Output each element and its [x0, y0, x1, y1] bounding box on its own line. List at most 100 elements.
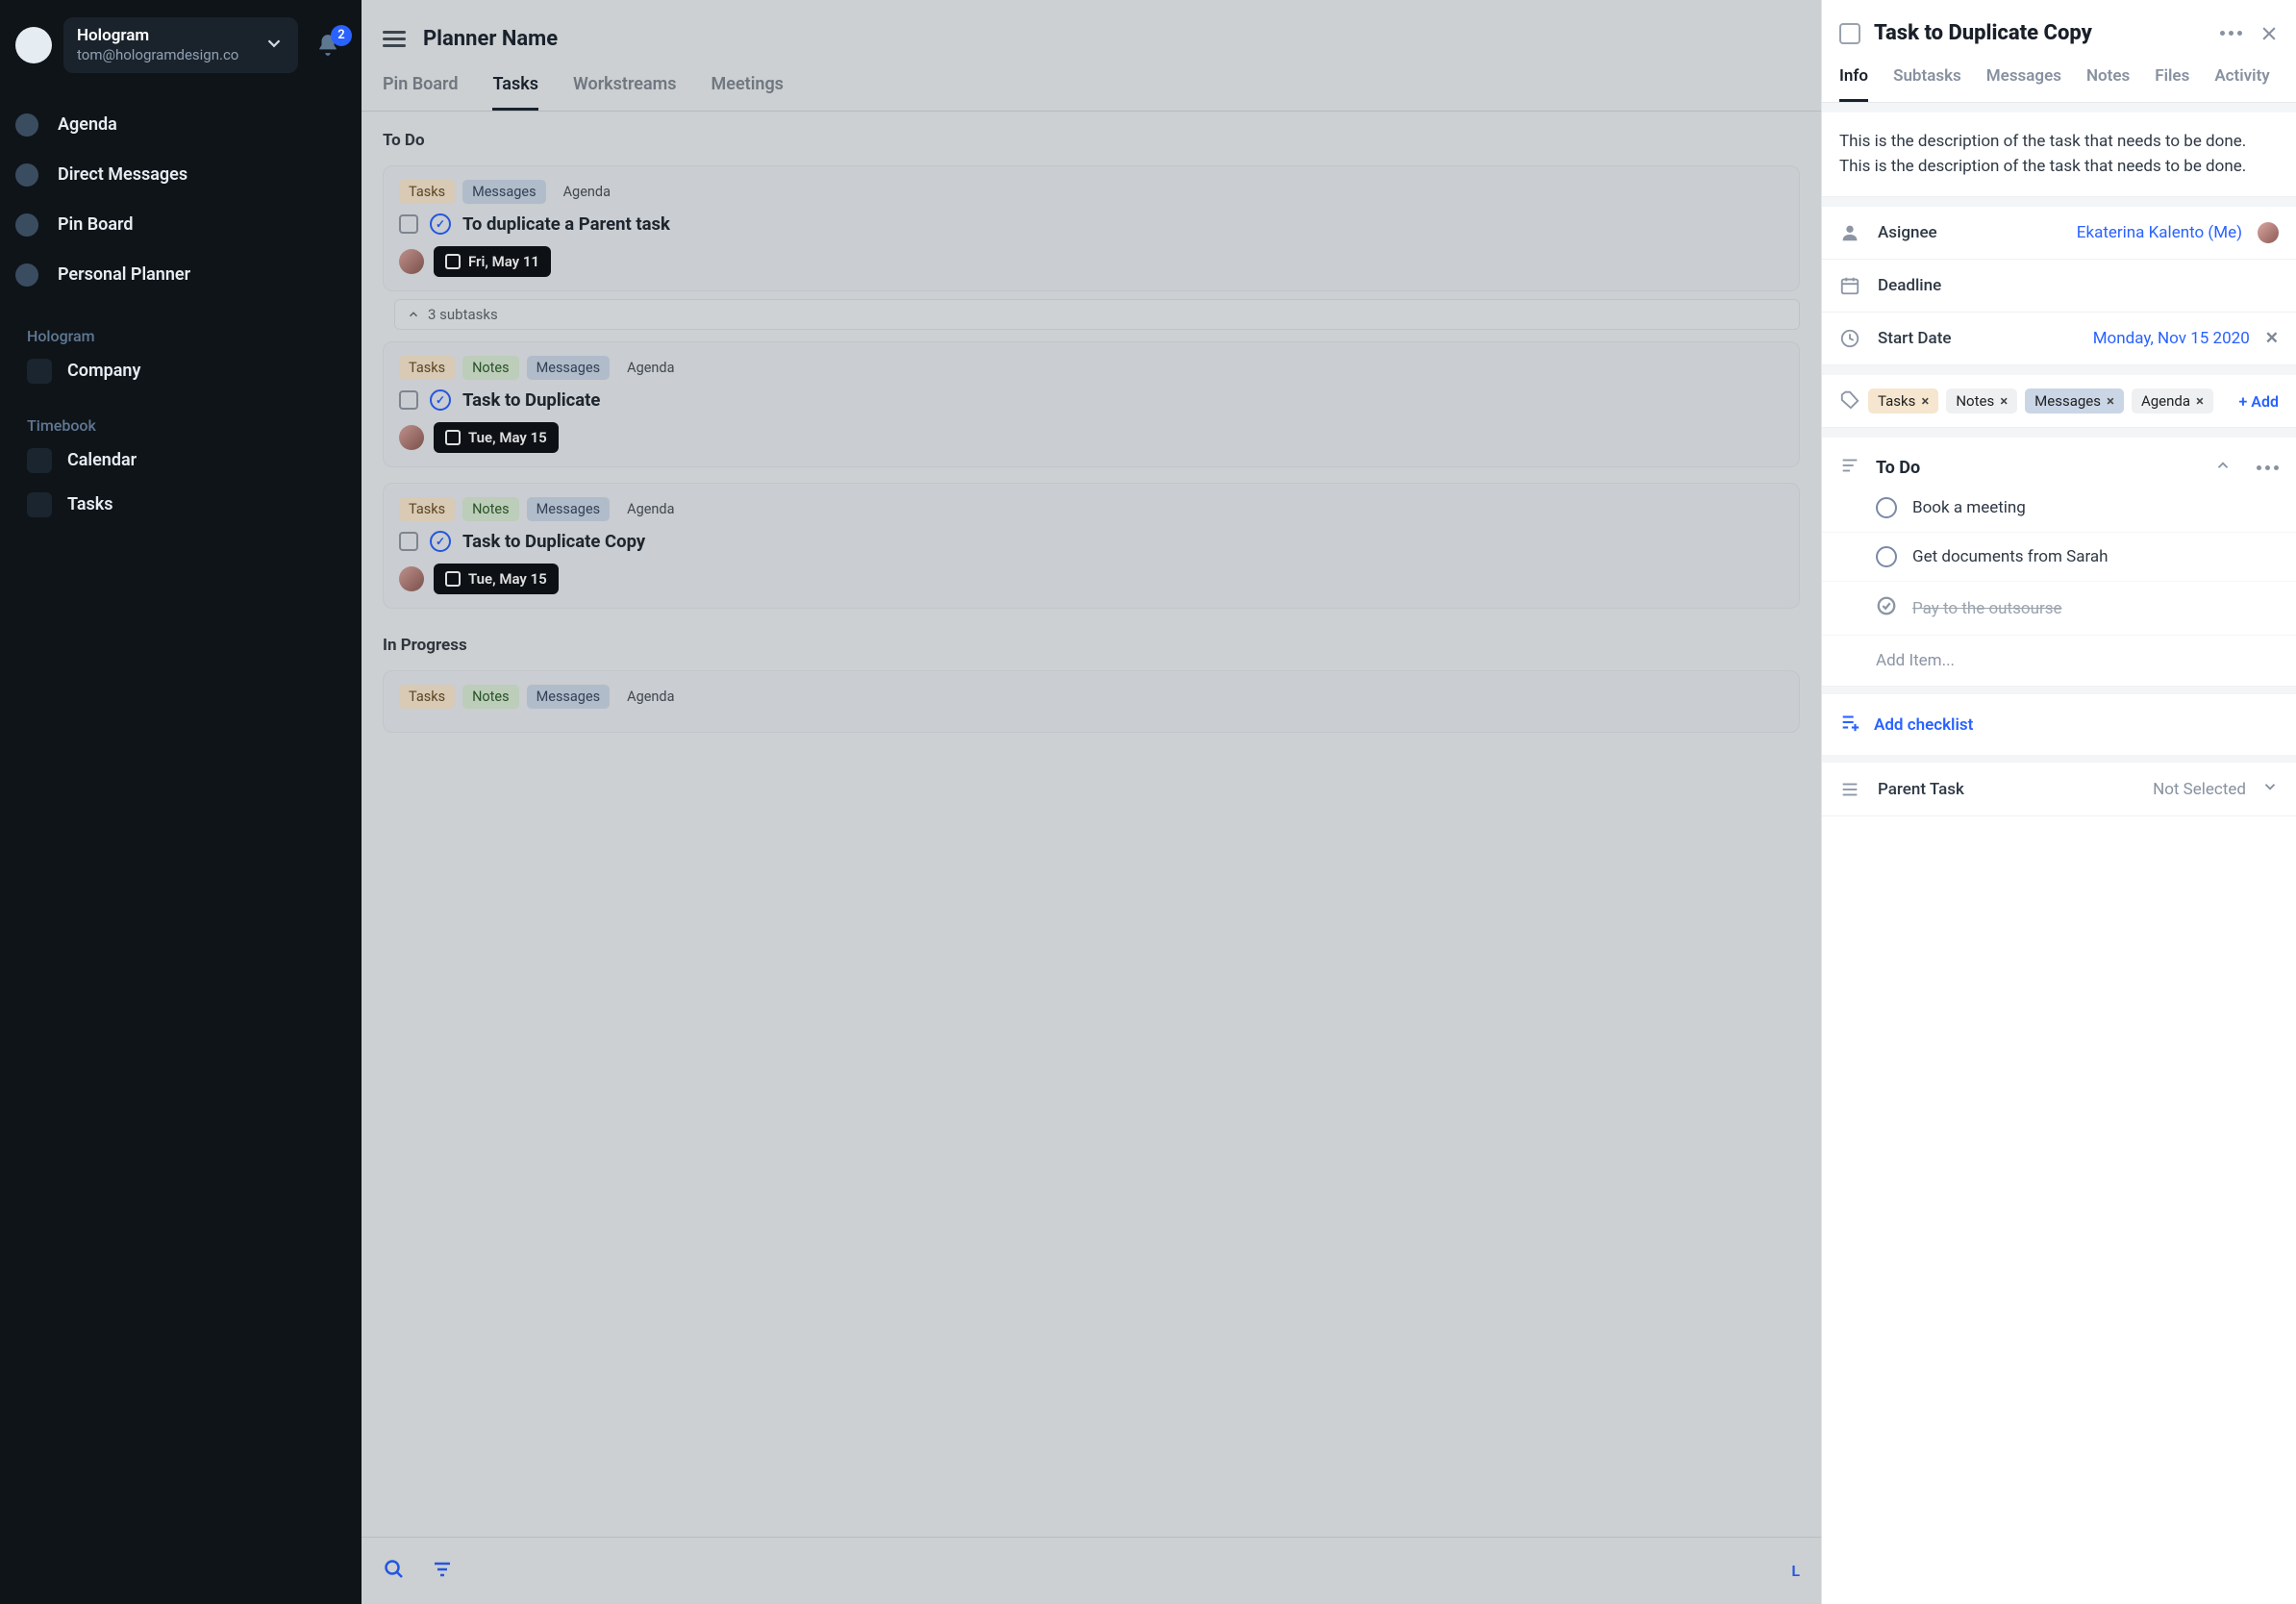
assignee-row[interactable]: Asignee Ekaterina Kalento (Me): [1822, 207, 2296, 260]
assignee-avatar: [399, 249, 424, 274]
radio-icon[interactable]: [1876, 546, 1897, 567]
nav-company[interactable]: Company: [0, 349, 362, 393]
chevron-down-icon: [263, 33, 285, 58]
task-card[interactable]: Tasks Notes Messages Agenda Task to Dupl…: [383, 341, 1800, 467]
tab-pinboard[interactable]: Pin Board: [383, 74, 458, 111]
remove-icon[interactable]: ×: [2196, 392, 2204, 410]
chip-agenda: Agenda: [617, 356, 684, 380]
tab-subtasks[interactable]: Subtasks: [1893, 66, 1961, 102]
clear-startdate[interactable]: ✕: [2265, 329, 2279, 348]
section-timebook-label: Timebook: [0, 393, 362, 439]
filter-icon: [431, 1558, 454, 1581]
sidebar: Hologram tom@hologramdesign.co 2 Agenda …: [0, 0, 362, 1604]
tags-row: Tasks× Notes× Messages× Agenda× + Add: [1822, 375, 2296, 428]
add-checklist-button[interactable]: Add checklist: [1822, 687, 2296, 763]
task-title: To duplicate a Parent task: [462, 213, 670, 235]
task-checkbox[interactable]: [399, 390, 418, 410]
chevron-down-icon: [2261, 778, 2279, 800]
footer-trail: L: [1791, 1562, 1800, 1580]
menu-button[interactable]: [383, 31, 406, 47]
task-status-icon: [430, 531, 451, 552]
task-card[interactable]: Tasks Notes Messages Agenda Task to Dupl…: [383, 483, 1800, 609]
chip-messages: Messages: [527, 685, 611, 709]
date-pill[interactable]: Fri, May 11: [434, 246, 551, 277]
task-description[interactable]: This is the description of the task that…: [1822, 113, 2296, 197]
subtasks-toggle[interactable]: 3 subtasks: [394, 299, 1800, 330]
section-hologram-label: Hologram: [0, 304, 362, 349]
tag-icon: [1839, 388, 1860, 414]
chip-tasks: Tasks: [399, 497, 455, 521]
date-pill[interactable]: Tue, May 15: [434, 564, 559, 594]
nav-tasks[interactable]: Tasks: [0, 483, 362, 527]
chip-notes: Notes: [462, 685, 519, 709]
tab-tasks[interactable]: Tasks: [492, 74, 538, 111]
tab-workstreams[interactable]: Workstreams: [573, 74, 677, 111]
list-plus-icon: [1839, 712, 1860, 738]
task-checkbox[interactable]: [399, 532, 418, 551]
nav-personal-planner[interactable]: Personal Planner: [15, 250, 346, 300]
deadline-row[interactable]: Deadline: [1822, 260, 2296, 313]
assignee-value: Ekaterina Kalento (Me): [2077, 223, 2242, 242]
nav-calendar[interactable]: Calendar: [0, 439, 362, 483]
checklist-header[interactable]: To Do: [1822, 438, 2296, 484]
add-tag-button[interactable]: + Add: [2239, 392, 2279, 411]
nav-agenda[interactable]: Agenda: [15, 100, 346, 150]
add-checklist-item[interactable]: Add Item...: [1822, 636, 2296, 687]
filter-button[interactable]: [431, 1558, 454, 1585]
date-pill[interactable]: Tue, May 15: [434, 422, 559, 453]
tag-agenda[interactable]: Agenda×: [2132, 388, 2213, 414]
tab-notes[interactable]: Notes: [2086, 66, 2130, 102]
nav-pin-board[interactable]: Pin Board: [15, 200, 346, 250]
collapse-button[interactable]: [2214, 457, 2232, 478]
task-checkbox[interactable]: [399, 214, 418, 234]
calendar-icon: [445, 254, 461, 269]
more-button[interactable]: [2220, 31, 2242, 36]
nav-direct-messages[interactable]: Direct Messages: [15, 150, 346, 200]
task-status-icon: [430, 389, 451, 411]
chip-tasks: Tasks: [399, 356, 455, 380]
remove-icon[interactable]: ×: [1921, 392, 1929, 410]
parent-task-row[interactable]: Parent Task Not Selected: [1822, 763, 2296, 816]
user-avatar[interactable]: [15, 27, 52, 63]
tab-activity[interactable]: Activity: [2214, 66, 2269, 102]
task-card[interactable]: Tasks Messages Agenda To duplicate a Par…: [383, 165, 1800, 291]
clock-icon: [1839, 328, 1862, 349]
task-complete-checkbox[interactable]: [1839, 23, 1860, 44]
startdate-row[interactable]: Start Date Monday, Nov 15 2020 ✕: [1822, 313, 2296, 365]
search-button[interactable]: [383, 1558, 406, 1585]
radio-icon[interactable]: [1876, 497, 1897, 518]
tab-meetings[interactable]: Meetings: [711, 74, 784, 111]
tab-files[interactable]: Files: [2155, 66, 2189, 102]
panel-tabs: Info Subtasks Messages Notes Files Activ…: [1822, 53, 2296, 103]
chip-notes: Notes: [462, 356, 519, 380]
notifications-button[interactable]: 2: [310, 33, 346, 58]
workspace-switcher[interactable]: Hologram tom@hologramdesign.co: [63, 17, 298, 73]
check-done-icon[interactable]: [1876, 595, 1897, 621]
calendar-icon: [1839, 275, 1862, 296]
checklist-item[interactable]: Book a meeting: [1822, 484, 2296, 533]
main-area: Planner Name Pin Board Tasks Workstreams…: [362, 0, 1821, 1604]
planner-title: Planner Name: [423, 27, 558, 51]
chip-agenda: Agenda: [617, 685, 684, 709]
tag-messages[interactable]: Messages×: [2025, 388, 2124, 414]
chip-agenda: Agenda: [617, 497, 684, 521]
tab-info[interactable]: Info: [1839, 66, 1868, 102]
tab-panel-messages[interactable]: Messages: [1986, 66, 2061, 102]
assignee-avatar: [399, 566, 424, 591]
calendar-icon: [445, 571, 461, 587]
tag-tasks[interactable]: Tasks×: [1868, 388, 1938, 414]
chip-messages: Messages: [527, 497, 611, 521]
close-icon[interactable]: [2259, 24, 2279, 43]
task-card[interactable]: Tasks Notes Messages Agenda: [383, 670, 1800, 733]
parent-icon: [1839, 779, 1862, 800]
remove-icon[interactable]: ×: [2107, 392, 2114, 410]
tag-notes[interactable]: Notes×: [1946, 388, 2017, 414]
checklist-icon: [1839, 455, 1860, 480]
remove-icon[interactable]: ×: [2000, 392, 2008, 410]
startdate-value: Monday, Nov 15 2020: [2093, 329, 2250, 348]
checklist-item[interactable]: Pay to the outsourse: [1822, 582, 2296, 636]
checklist-item[interactable]: Get documents from Sarah: [1822, 533, 2296, 582]
parent-task-value: Not Selected: [2153, 780, 2246, 799]
chip-tasks: Tasks: [399, 685, 455, 709]
checklist-more[interactable]: [2257, 465, 2279, 470]
